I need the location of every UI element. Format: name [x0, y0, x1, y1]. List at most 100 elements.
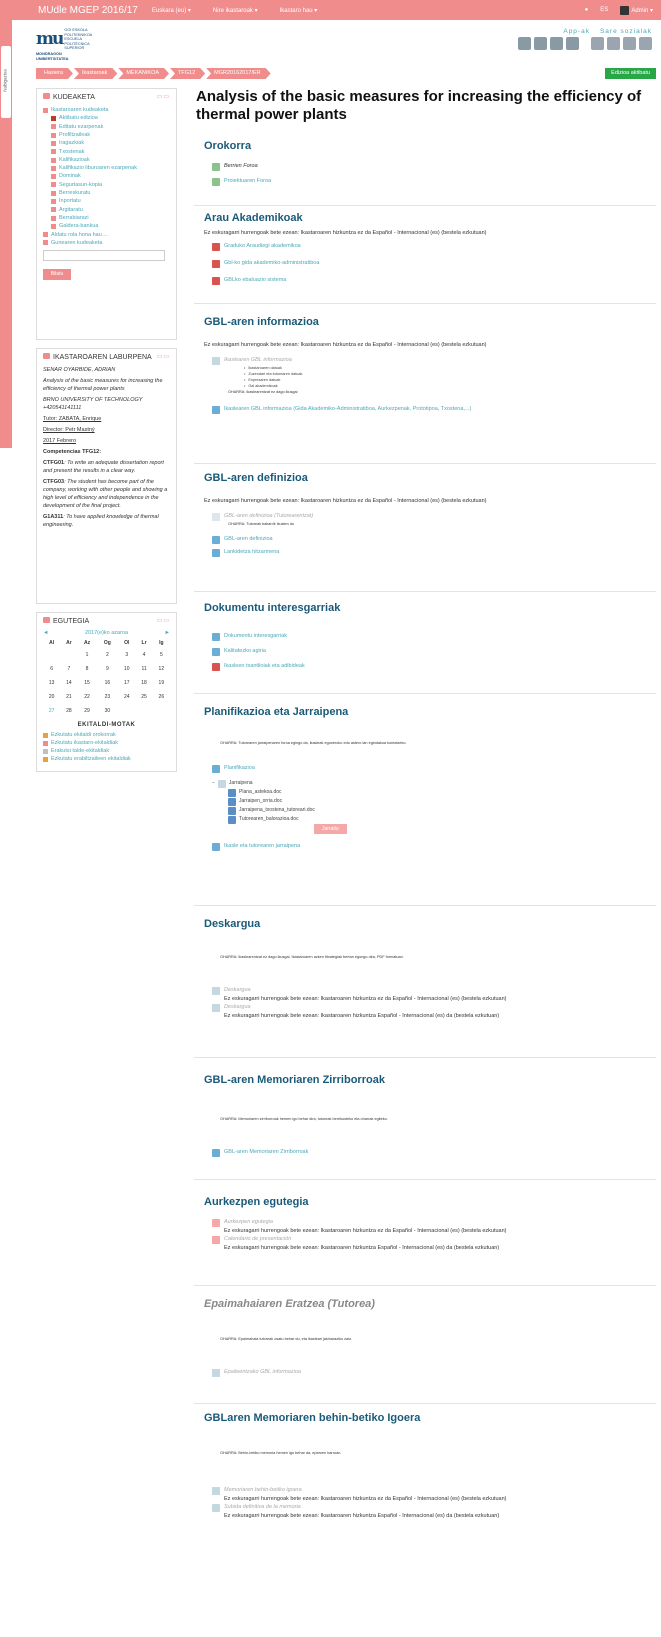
calendar-day[interactable]: 5: [153, 648, 170, 662]
calendar-day[interactable]: 22: [78, 690, 97, 704]
university-logo[interactable]: mu GOI ESKOLA POLITEKNIKOA ESCUELA POLIT…: [36, 28, 92, 51]
event-type-toggle[interactable]: Erakutsi talde-ekitaldiak: [43, 747, 170, 755]
admin-search-input[interactable]: [43, 250, 165, 262]
calendar-day[interactable]: 24: [118, 690, 135, 704]
admin-item[interactable]: Argitaratu: [43, 206, 170, 214]
block-controls[interactable]: ▭▭: [157, 353, 170, 360]
folder-link[interactable]: GBL-aren definizioa: [194, 535, 656, 544]
hidden-pdf-link[interactable]: Calendario de presentación: [194, 1235, 656, 1244]
admin-item[interactable]: Segurtasun-kopia: [43, 181, 170, 189]
calendar-prev-button[interactable]: ◄: [43, 630, 48, 636]
folder-link[interactable]: Kalitatezko agiria: [194, 647, 656, 656]
hidden-assignment-link[interactable]: Subida definitiva de la memoria: [194, 1503, 656, 1512]
admin-item[interactable]: Aldatu rola hona hau ...: [43, 231, 170, 239]
calendar-day[interactable]: 12: [153, 662, 170, 676]
calendar-day[interactable]: 11: [135, 662, 152, 676]
calendar-day[interactable]: 6: [43, 662, 60, 676]
app-windows-icon[interactable]: [550, 37, 563, 50]
breadcrumb-courses[interactable]: Ikastaroak: [74, 68, 117, 79]
nav-my-courses[interactable]: Nire ikastaroak ▾: [213, 7, 258, 14]
twitter-icon[interactable]: [591, 37, 604, 50]
calendar-day[interactable]: 14: [60, 676, 77, 690]
calendar-day[interactable]: 28: [60, 704, 77, 718]
calendar-day[interactable]: 25: [135, 690, 152, 704]
user-menu[interactable]: Admin ▾: [620, 5, 653, 15]
calendar-day[interactable]: 21: [60, 690, 77, 704]
project-forum-link[interactable]: Proiektuaren Foroa: [194, 177, 656, 186]
folder-tree[interactable]: − Jarraipena: [194, 779, 656, 788]
app-web-icon[interactable]: [566, 37, 579, 50]
calendar-day[interactable]: 17: [118, 676, 135, 690]
hidden-assignment-link[interactable]: GBL-aren definizioa (Tutorearentzat): [194, 512, 656, 521]
site-brand[interactable]: MUdle MGEP 2016/17: [38, 5, 138, 16]
vimeo-icon[interactable]: [639, 37, 652, 50]
calendar-day[interactable]: 15: [78, 676, 97, 690]
breadcrumb-home[interactable]: Hasiera: [36, 68, 73, 79]
admin-item[interactable]: Kalifikazioak: [43, 156, 170, 164]
hidden-page-link[interactable]: Ikaslearen GBL informazioa: [194, 356, 656, 365]
folder-link[interactable]: GBL-aren Memoriaren Zirriborroak: [194, 1148, 656, 1157]
folder-link[interactable]: Ikaslearen GBL informazioa (Gida Akademi…: [194, 405, 656, 414]
calendar-day[interactable]: 13: [43, 676, 60, 690]
calendar-day[interactable]: 27: [43, 704, 60, 718]
breadcrumb-course[interactable]: MGR20162017/ER: [206, 68, 270, 79]
calendar-day[interactable]: 19: [153, 676, 170, 690]
admin-item[interactable]: Kalifikazio liburuaren ezarpenak: [43, 164, 170, 172]
pdf-link[interactable]: Gbl-ko gida akademiko-administratiboa: [194, 259, 656, 268]
calendar-day[interactable]: 26: [153, 690, 170, 704]
nav-language[interactable]: Euskara (eu) ▾: [152, 7, 191, 14]
breadcrumb-category[interactable]: MEKANIKOA: [118, 68, 169, 79]
file-item[interactable]: Jarraipen_orria.doc: [228, 797, 656, 806]
event-type-toggle[interactable]: Ezkutatu erabiltzaileen ekitaldiak: [43, 755, 170, 763]
calendar-next-button[interactable]: ►: [165, 630, 170, 636]
event-type-toggle[interactable]: Ezkutatu ekitaldi orokorrak: [43, 731, 170, 739]
admin-item[interactable]: Berreskuratu: [43, 189, 170, 197]
admin-search-button[interactable]: Bilatu: [43, 269, 71, 281]
admin-item[interactable]: Ikastaroaren kudeaketa: [43, 106, 170, 114]
drawer-pin-icon[interactable]: [2, 450, 10, 458]
admin-item[interactable]: Berrabiarazi: [43, 214, 170, 222]
hidden-assignment-link[interactable]: Memoriaren behin-betiko igoera: [194, 1486, 656, 1495]
admin-item[interactable]: Editatu ezarpenak: [43, 123, 170, 131]
pdf-link[interactable]: Ikasleen txantiloiak eta adibideak: [194, 662, 656, 671]
youtube-icon[interactable]: [623, 37, 636, 50]
calendar-day[interactable]: 16: [97, 676, 119, 690]
calendar-day[interactable]: 9: [97, 662, 119, 676]
calendar-day[interactable]: 7: [60, 662, 77, 676]
admin-item[interactable]: Txostenak: [43, 148, 170, 156]
block-controls[interactable]: ▭▭: [157, 93, 170, 100]
event-type-toggle[interactable]: Ezkutatu ikastaro-ekitaldiak: [43, 739, 170, 747]
calendar-month[interactable]: 2017(e)ko azaroa: [85, 630, 128, 636]
notification-icon[interactable]: ●: [585, 7, 589, 13]
folder-link[interactable]: Dokumentu interesgarriak: [194, 632, 656, 641]
admin-item[interactable]: Gunearen kudeaketa: [43, 239, 170, 247]
nav-drawer-toggle[interactable]: Nabigazioa: [1, 46, 11, 118]
calendar-day[interactable]: 4: [135, 648, 152, 662]
admin-item[interactable]: Iragazkiak: [43, 139, 170, 147]
admin-item[interactable]: Galdera-bankua: [43, 222, 170, 230]
lang-switch[interactable]: ES: [600, 7, 608, 13]
hidden-page-link[interactable]: Deskargua: [194, 986, 656, 995]
calendar-day[interactable]: 1: [78, 648, 97, 662]
folder-link[interactable]: Ikasle eta tutorearen jarraipena: [194, 842, 656, 851]
calendar-day[interactable]: 3: [118, 648, 135, 662]
calendar-day[interactable]: 8: [78, 662, 97, 676]
admin-item[interactable]: Profiltzaileak: [43, 131, 170, 139]
hidden-pdf-link[interactable]: Aurkezpen egutegia: [194, 1218, 656, 1227]
breadcrumb-subcategory[interactable]: TFG12: [170, 68, 205, 79]
app-android-icon[interactable]: [518, 37, 531, 50]
calendar-day[interactable]: 10: [118, 662, 135, 676]
block-controls[interactable]: ▭▭: [157, 617, 170, 624]
facebook-icon[interactable]: [607, 37, 620, 50]
calendar-day[interactable]: 2: [97, 648, 119, 662]
calendar-day[interactable]: 18: [135, 676, 152, 690]
app-apple-icon[interactable]: [534, 37, 547, 50]
news-forum-link[interactable]: Berrien Foroa: [194, 162, 656, 171]
file-item[interactable]: Jarraipena_txostena_tutoreari.doc: [228, 806, 656, 815]
hidden-page-link[interactable]: Epaileentzako GBL informazioa: [194, 1368, 656, 1377]
file-item[interactable]: Plana_astekoa.doc: [228, 788, 656, 797]
pdf-link[interactable]: Graduko Araudiegi akademikoa: [194, 242, 656, 251]
calendar-day[interactable]: 30: [97, 704, 119, 718]
folder-link[interactable]: Planifikazioa: [194, 764, 656, 773]
folder-link[interactable]: Lankidetza hitzarmena: [194, 548, 656, 557]
